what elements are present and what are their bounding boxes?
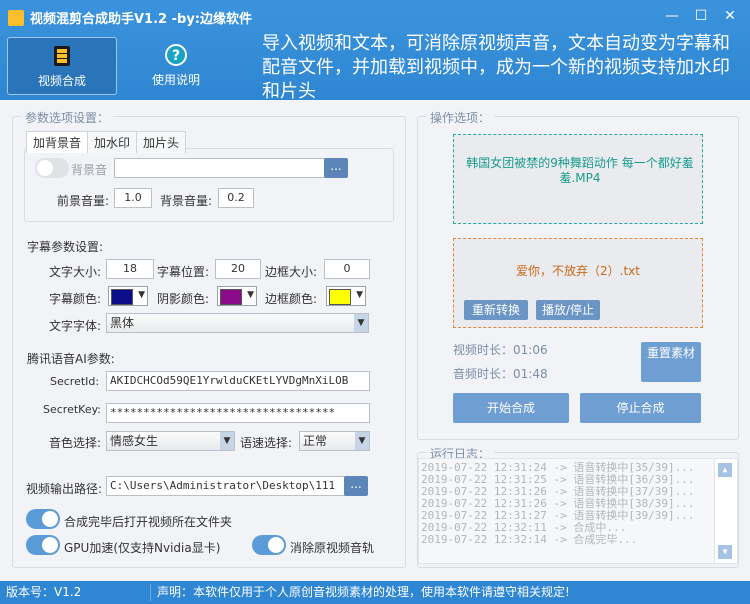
- nav-label: 视频合成: [37, 74, 86, 88]
- border-size-label: 边框大小:: [265, 265, 318, 279]
- audio-duration: 音频时长：01:48: [453, 367, 548, 381]
- font-family-label: 文字字体:: [49, 319, 102, 333]
- status-divider: [150, 584, 151, 601]
- version-text: 版本号：V1.2: [6, 585, 82, 599]
- fg-volume-input[interactable]: 1.0: [114, 188, 152, 208]
- chevron-down-icon: ▼: [355, 432, 369, 450]
- log-textarea[interactable]: 2019-07-22 12:31:24 -> 语音转换中[35/39]... 2…: [418, 458, 738, 564]
- minimize-button[interactable]: —: [660, 5, 684, 27]
- app-logo-icon: [8, 9, 24, 26]
- help-icon: ?: [165, 44, 187, 66]
- subtitle-heading: 字幕参数设置:: [27, 240, 104, 254]
- border-size-input[interactable]: 0: [324, 259, 370, 279]
- params-legend: 参数选项设置：: [21, 109, 114, 126]
- tab-intro[interactable]: 加片头: [136, 131, 187, 153]
- nav-help[interactable]: ? 使用说明: [122, 37, 230, 93]
- chevron-down-icon: ▼: [220, 432, 234, 450]
- subtitle-pos-label: 字幕位置:: [157, 265, 210, 279]
- border-color-picker[interactable]: ▼: [326, 286, 366, 306]
- scroll-up-icon[interactable]: ▲: [718, 463, 732, 477]
- start-compose-button[interactable]: 开始合成: [453, 393, 569, 423]
- gpu-toggle[interactable]: [26, 535, 60, 555]
- description-text: 导入视频和文本，可消除原视频声音，文本自动变为字幕和配音文件，并加载到视频中，成…: [262, 33, 730, 102]
- font-size-input[interactable]: 18: [106, 259, 154, 279]
- log-scrollbar[interactable]: ▲ ▼: [714, 459, 737, 563]
- log-line: 2019-07-22 12:32:14 -> 合成完毕...: [421, 533, 638, 546]
- subtitle-color-label: 字幕颜色:: [49, 292, 102, 306]
- play-stop-button[interactable]: 播放/停止: [536, 300, 600, 320]
- voice-select[interactable]: 情感女生 ▼: [106, 431, 235, 451]
- output-path-label: 视频输出路径:: [26, 482, 103, 496]
- tab-watermark[interactable]: 加水印: [87, 131, 138, 153]
- bg-music-label: 背景音: [71, 163, 108, 177]
- voice-label: 音色选择:: [49, 436, 102, 450]
- fg-volume-label: 前景音量:: [57, 194, 110, 208]
- text-file-name: 爱你，不放弃（2）.txt: [516, 264, 640, 278]
- voice-value: 情感女生: [110, 434, 159, 448]
- secret-key-label: SecretKey:: [43, 403, 102, 416]
- tts-heading: 腾讯语音AI参数:: [27, 352, 115, 366]
- chevron-down-icon: ▼: [354, 314, 368, 332]
- disclaimer-text: 声明：本软件仅用于个人原创音视频素材的处理，使用本软件请遵守相关规定!: [157, 585, 570, 599]
- mute-label: 消除原视频音轨: [290, 541, 375, 555]
- secret-id-input[interactable]: AKIDCHCOd59QE1YrwlduCKEtLYVDgMnXiLOB: [106, 371, 370, 391]
- svg-text:?: ?: [172, 48, 180, 64]
- reset-material-button[interactable]: 重置素材: [641, 342, 701, 382]
- film-icon: [54, 46, 70, 66]
- close-button[interactable]: ✕: [718, 5, 742, 27]
- bg-music-path-input[interactable]: [114, 158, 328, 178]
- output-browse-button[interactable]: ...: [344, 476, 368, 496]
- bg-music-browse-button[interactable]: ...: [324, 158, 348, 178]
- video-duration: 视频时长：01:06: [453, 343, 548, 357]
- app-window: 视频混剪合成助手V1.2 -by:边缘软件 — ☐ ✕ 视频合成 ? 使用说明 …: [0, 0, 750, 604]
- window-title: 视频混剪合成助手V1.2 -by:边缘软件: [30, 12, 252, 27]
- status-bar: 版本号：V1.2 声明：本软件仅用于个人原创音视频素材的处理，使用本软件请遵守相…: [0, 581, 750, 604]
- subtitle-color-picker[interactable]: ▼: [108, 286, 148, 306]
- scroll-down-icon[interactable]: ▼: [718, 545, 732, 559]
- font-family-value: 黑体: [110, 316, 135, 330]
- stop-compose-button[interactable]: 停止合成: [580, 393, 701, 423]
- font-size-label: 文字大小:: [49, 265, 102, 279]
- shadow-color-label: 阴影颜色:: [157, 292, 210, 306]
- title-bar: 视频混剪合成助手V1.2 -by:边缘软件: [8, 8, 252, 27]
- gpu-label: GPU加速(仅支持Nvidia显卡): [64, 541, 221, 555]
- nav-label: 使用说明: [151, 73, 200, 87]
- secret-id-label: SecretId:: [50, 375, 100, 388]
- speed-select[interactable]: 正常 ▼: [299, 431, 370, 451]
- maximize-button[interactable]: ☐: [689, 5, 713, 27]
- open-folder-label: 合成完毕后打开视频所在文件夹: [64, 515, 233, 529]
- header: 视频混剪合成助手V1.2 -by:边缘软件 — ☐ ✕ 视频合成 ? 使用说明 …: [0, 0, 750, 102]
- reconvert-button[interactable]: 重新转换: [464, 300, 528, 320]
- border-color-label: 边框颜色:: [265, 292, 318, 306]
- font-family-select[interactable]: 黑体 ▼: [106, 313, 369, 333]
- tab-bg-music[interactable]: 加背景音: [26, 131, 89, 153]
- speed-value: 正常: [303, 434, 328, 448]
- output-path-input[interactable]: C:\Users\Administrator\Desktop\111: [106, 476, 348, 496]
- ops-legend: 操作选项：: [426, 109, 495, 126]
- open-folder-toggle[interactable]: [26, 509, 60, 529]
- secret-key-input[interactable]: **********************************: [106, 403, 370, 423]
- bg-volume-label: 背景音量:: [160, 194, 213, 208]
- bg-music-toggle[interactable]: [35, 158, 69, 178]
- tab-bar: 加背景音 加水印 加片头: [26, 131, 187, 153]
- bg-volume-input[interactable]: 0.2: [218, 188, 254, 208]
- shadow-color-picker[interactable]: ▼: [217, 286, 257, 306]
- nav-video-compose[interactable]: 视频合成: [7, 37, 117, 95]
- mute-toggle[interactable]: [252, 535, 286, 555]
- speed-label: 语速选择:: [240, 436, 293, 450]
- subtitle-pos-input[interactable]: 20: [215, 259, 261, 279]
- video-file-name: 韩国女团被禁的9种舞蹈动作 每一个都好羞羞.MP4: [466, 156, 694, 185]
